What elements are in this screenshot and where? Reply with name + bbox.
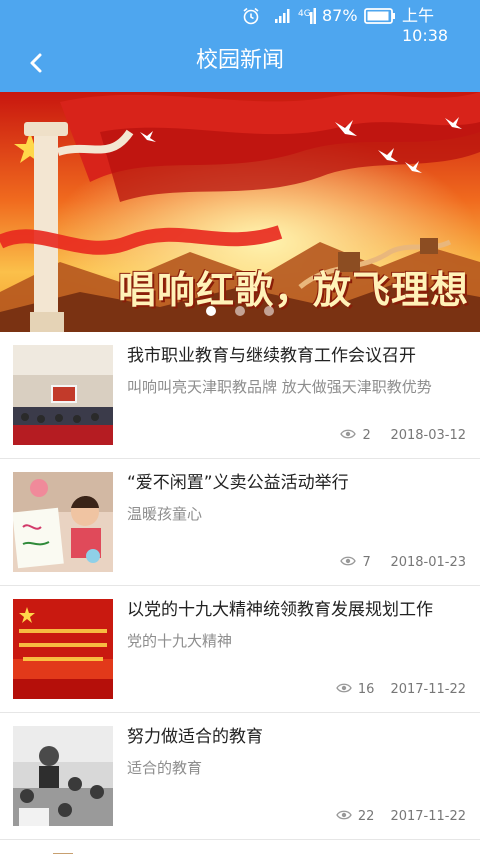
signal-icon: [275, 9, 290, 23]
news-thumbnail: [13, 472, 113, 572]
news-meta: 7 2018-01-23: [340, 553, 466, 573]
network-4g-icon: 4G: [298, 8, 316, 24]
svg-text:4G: 4G: [298, 9, 311, 19]
news-thumbnail: [13, 726, 113, 826]
clock: 上午10:38: [402, 6, 449, 45]
news-subtitle: 党的十九大精神: [127, 632, 233, 650]
news-item[interactable]: “爱不闲置”义卖公益活动举行 温暖孩童心 7 2018-01-23: [0, 459, 480, 586]
news-title: 努力做适合的教育: [127, 727, 263, 747]
news-item[interactable]: 我市职业教育与继续教育工作会议召开 叫响叫亮天津职教品牌 放大做强天津职教优势 …: [0, 332, 480, 459]
view-count: 16: [357, 682, 375, 697]
news-title: “爱不闲置”义卖公益活动举行: [127, 473, 349, 493]
view-count: 2: [362, 428, 371, 443]
app-header: 4G 87% 上午10:38 校园新闻: [0, 0, 480, 92]
news-item-partial[interactable]: [0, 840, 480, 854]
status-bar: 4G 87% 上午10:38: [0, 0, 480, 45]
battery-icon: [364, 8, 395, 24]
eye-icon: [340, 556, 357, 566]
eye-icon: [340, 429, 357, 439]
carousel-dot[interactable]: [264, 306, 274, 316]
carousel-dot[interactable]: [235, 306, 245, 316]
news-title: 以党的十九大精神统领教育发展规划工作: [127, 600, 433, 620]
news-item[interactable]: 以党的十九大精神统领教育发展规划工作 党的十九大精神 16 2017-11-22: [0, 586, 480, 713]
news-thumbnail: [13, 345, 113, 445]
view-count: 22: [357, 809, 375, 824]
news-meta: 22 2017-11-22: [336, 807, 466, 827]
publish-date: 2017-11-22: [390, 809, 466, 824]
carousel-dot[interactable]: [206, 306, 216, 316]
publish-date: 2018-03-12: [390, 428, 466, 443]
news-meta: 16 2017-11-22: [336, 680, 466, 700]
news-item[interactable]: 努力做适合的教育 适合的教育 22 2017-11-22: [0, 713, 480, 840]
news-subtitle: 叫响叫亮天津职教品牌 放大做强天津职教优势: [127, 378, 432, 396]
news-subtitle: 适合的教育: [127, 759, 203, 777]
news-subtitle: 温暖孩童心: [127, 505, 203, 523]
eye-icon: [336, 683, 352, 693]
publish-date: 2018-01-23: [390, 555, 466, 570]
page-title: 校园新闻: [195, 48, 284, 73]
news-title: 我市职业教育与继续教育工作会议召开: [127, 346, 416, 366]
news-thumbnail: [13, 599, 113, 699]
alarm-icon: [243, 7, 259, 25]
news-meta: 2 2018-03-12: [340, 426, 466, 446]
battery-percentage: 87%: [322, 6, 358, 25]
view-count: 7: [362, 555, 371, 570]
eye-icon: [336, 810, 352, 820]
carousel-indicator: [0, 306, 480, 318]
banner-carousel[interactable]: 唱响红歌，放飞理想: [0, 92, 480, 332]
publish-date: 2017-11-22: [390, 682, 466, 697]
